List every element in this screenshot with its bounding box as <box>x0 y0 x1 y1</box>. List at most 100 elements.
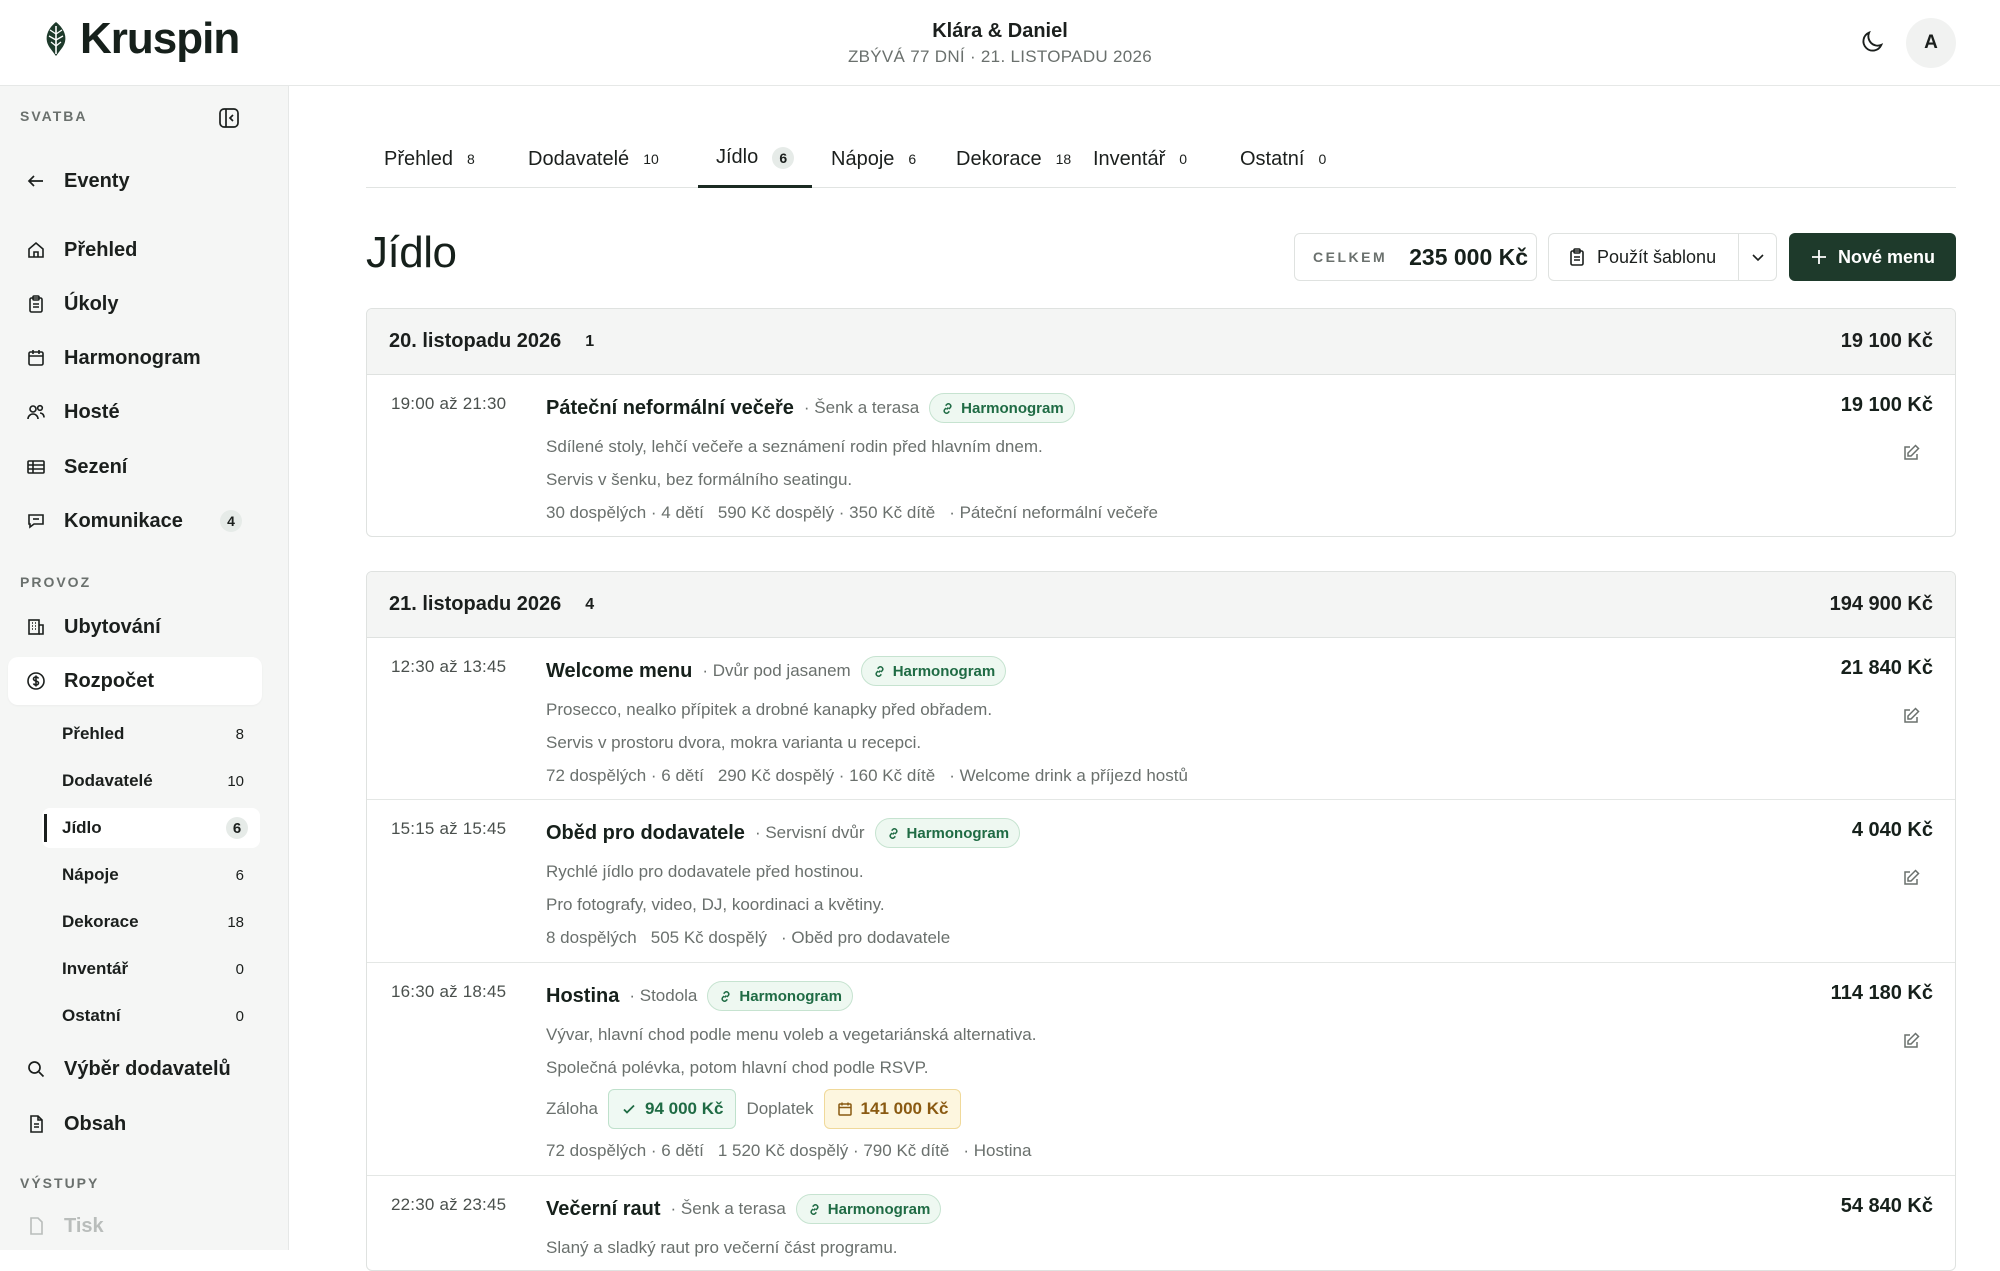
sidebar-item-communication[interactable]: Komunikace 4 <box>8 497 262 545</box>
edit-icon[interactable] <box>1901 868 1921 888</box>
menu-note: Společná polévka, potom hlavní chod podl… <box>546 1058 929 1077</box>
guest-counts: 72 dospělých · 6 dětí <box>546 1141 704 1160</box>
tab-other[interactable]: Ostatní 0 <box>1222 130 1344 188</box>
menu-time: 19:00 až 21:30 <box>391 394 507 413</box>
use-template-button[interactable]: Použít šablonu <box>1549 234 1739 280</box>
chat-icon <box>26 511 46 531</box>
budget-sub-vendors[interactable]: Dodavatelé 10 <box>42 761 260 801</box>
sidebar-item-overview[interactable]: Přehled <box>8 226 262 274</box>
menu-price: 19 100 Kč <box>1840 394 1933 416</box>
tab-food[interactable]: Jídlo 6 <box>698 130 813 188</box>
arrow-left-icon <box>26 171 46 191</box>
group-date: 21. listopadu 2026 <box>389 593 562 615</box>
day-group-header[interactable]: 21. listopadu 2026 4 194 900 Kč <box>367 572 1955 638</box>
menu-description: Slaný a sladký raut pro večerní část pro… <box>546 1238 898 1257</box>
clipboard-icon <box>1567 247 1587 267</box>
schedule-link-badge[interactable]: Harmonogram <box>929 393 1075 423</box>
tab-drinks[interactable]: Nápoje 6 <box>813 130 934 188</box>
sub-count: 6 <box>226 817 248 839</box>
menu-description: Prosecco, nealko přípitek a drobné kanap… <box>546 700 993 719</box>
sidebar-item-seating[interactable]: Sezení <box>8 443 262 491</box>
tab-label: Nápoje <box>831 147 895 170</box>
tab-label: Dekorace <box>956 147 1042 170</box>
budget-sub-inventory[interactable]: Inventář 0 <box>42 949 260 989</box>
sidebar-item-label: Přehled <box>64 238 138 261</box>
avatar[interactable]: A <box>1906 18 1956 68</box>
sidebar-item-accommodation[interactable]: Ubytování <box>8 603 262 651</box>
sidebar-item-label: Ubytování <box>64 615 161 638</box>
badge-label: Harmonogram <box>827 1200 931 1218</box>
sidebar-item-label: Tisk <box>64 1214 104 1237</box>
new-menu-button[interactable]: Nové menu <box>1789 233 1956 281</box>
link-icon <box>886 826 901 841</box>
edit-icon[interactable] <box>1901 1031 1921 1051</box>
schedule-link-badge[interactable]: Harmonogram <box>860 656 1007 686</box>
sidebar-item-budget[interactable]: Rozpočet <box>8 657 262 705</box>
menu-note: Servis v šenku, bez formálního seatingu. <box>546 470 853 489</box>
menu-row[interactable]: 19:00 až 21:30 Páteční neformální večeře… <box>367 375 1955 536</box>
sidebar-item-tasks[interactable]: Úkoly <box>8 280 262 328</box>
schedule-link-badge[interactable]: Harmonogram <box>795 1194 942 1224</box>
link-icon <box>807 1202 822 1217</box>
sidebar-item-content[interactable]: Obsah <box>8 1100 262 1148</box>
menu-time: 22:30 až 23:45 <box>391 1195 507 1214</box>
menu-price: 114 180 Kč <box>1830 982 1933 1004</box>
menu-row[interactable]: 22:30 až 23:45 Večerní raut · Šenk a ter… <box>367 1176 1955 1270</box>
deposit-paid-pill[interactable]: 94 000 Kč <box>607 1089 737 1129</box>
sidebar-item-print[interactable]: Tisk <box>8 1202 262 1250</box>
extra-label: Doplatek <box>746 1099 814 1118</box>
sidebar-item-schedule[interactable]: Harmonogram <box>8 334 262 382</box>
sub-label: Dodavatelé <box>62 771 153 790</box>
menu-time: 15:15 až 15:45 <box>391 819 507 838</box>
budget-sub-drinks[interactable]: Nápoje 6 <box>42 855 260 895</box>
tab-count: 10 <box>643 151 659 167</box>
extra-due-pill[interactable]: 141 000 Kč <box>823 1089 962 1129</box>
day-group-header[interactable]: 20. listopadu 2026 1 19 100 Kč <box>367 309 1955 375</box>
link-icon <box>718 989 733 1004</box>
tab-decor[interactable]: Dekorace 18 <box>938 130 1089 188</box>
category-tabs: Přehled 8 Dodavatelé 10 Jídlo 6 Nápoje 6 Dek… <box>366 130 1956 188</box>
tab-label: Inventář <box>1093 147 1166 170</box>
tab-overview[interactable]: Přehled 8 <box>366 130 493 188</box>
budget-sub-other[interactable]: Ostatní 0 <box>42 996 260 1036</box>
schedule-link-badge[interactable]: Harmonogram <box>707 981 853 1011</box>
sidebar-item-vendor-selection[interactable]: Výběr dodavatelů <box>8 1045 262 1093</box>
sidebar: SVATBA Eventy Přehled Úkoly Harmonogram … <box>0 86 289 1250</box>
day-group: 20. listopadu 2026 1 19 100 Kč 19:00 až … <box>366 308 1956 537</box>
chevron-down-icon <box>1750 249 1766 265</box>
menu-row[interactable]: 12:30 až 13:45 Welcome menu · Dvůr pod j… <box>367 638 1955 800</box>
sidebar-item-label: Sezení <box>64 455 128 478</box>
moon-icon[interactable] <box>1858 28 1886 56</box>
unit-prices: 290 Kč dospělý · 160 Kč dítě <box>717 766 936 785</box>
sub-count: 8 <box>235 725 244 743</box>
unit-prices: 505 Kč dospělý <box>650 928 767 947</box>
group-count: 4 <box>585 595 595 613</box>
tab-count: 6 <box>908 151 917 167</box>
menu-row[interactable]: 15:15 až 15:45 Oběd pro dodavatele · Ser… <box>367 800 1955 963</box>
tab-vendors[interactable]: Dodavatelé 10 <box>510 130 677 188</box>
menu-name: Welcome menu <box>546 659 693 682</box>
tab-inventory[interactable]: Inventář 0 <box>1075 130 1205 188</box>
budget-sub-food[interactable]: Jídlo 6 <box>42 808 260 848</box>
tab-label: Dodavatelé <box>528 147 630 170</box>
menu-name: Oběd pro dodavatele <box>546 821 745 844</box>
menu-row[interactable]: 16:30 až 18:45 Hostina · Stodola Harmono… <box>367 963 1955 1176</box>
budget-sub-decor[interactable]: Dekorace 18 <box>42 902 260 942</box>
collapse-sidebar-icon[interactable] <box>217 106 241 130</box>
group-sum: 19 100 Kč <box>1840 330 1933 352</box>
template-dropdown-toggle[interactable] <box>1739 249 1776 265</box>
tab-count: 0 <box>1179 151 1188 167</box>
link-icon <box>940 401 955 416</box>
menu-location: · Dvůr pod jasanem <box>702 661 851 680</box>
sidebar-item-events[interactable]: Eventy <box>8 157 262 205</box>
edit-icon[interactable] <box>1901 443 1921 463</box>
print-icon <box>26 1216 46 1236</box>
sidebar-item-label: Hosté <box>64 400 120 423</box>
budget-sub-overview[interactable]: Přehled 8 <box>42 714 260 754</box>
sidebar-item-label: Harmonogram <box>64 346 201 369</box>
edit-icon[interactable] <box>1901 706 1921 726</box>
linked-event: · Páteční neformální večeře <box>949 503 1159 522</box>
sidebar-item-guests[interactable]: Hosté <box>8 388 262 436</box>
schedule-link-badge[interactable]: Harmonogram <box>874 818 1021 848</box>
badge-label: Harmonogram <box>961 399 1064 417</box>
